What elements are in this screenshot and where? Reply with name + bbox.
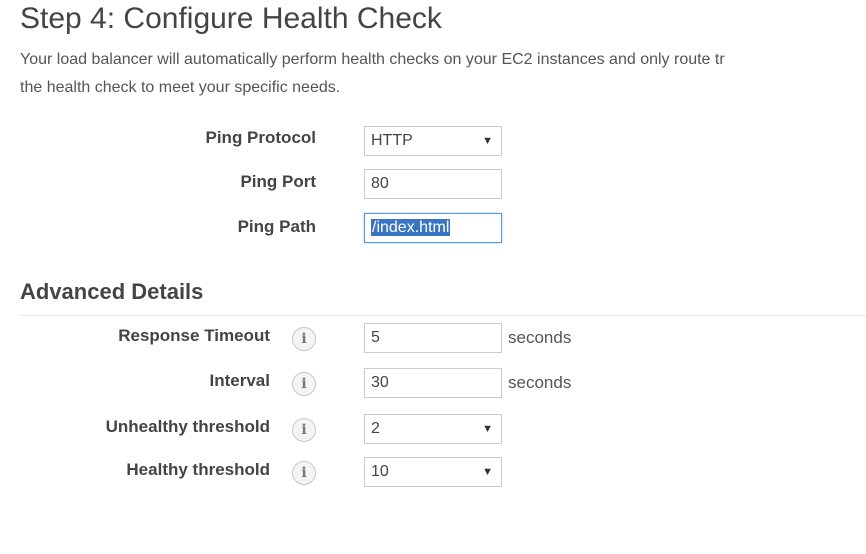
- ping-port-input[interactable]: 80: [364, 169, 502, 199]
- ping-port-value: 80: [371, 175, 389, 192]
- unhealthy-threshold-value: 2: [371, 420, 380, 437]
- info-icon[interactable]: i: [292, 418, 316, 442]
- interval-input[interactable]: 30: [364, 368, 502, 398]
- info-icon[interactable]: i: [292, 327, 316, 351]
- ping-protocol-label: Ping Protocol: [205, 128, 317, 147]
- ping-protocol-value: HTTP: [371, 132, 413, 149]
- ping-path-selection: /index.html: [371, 219, 451, 236]
- chevron-down-icon: ▼: [482, 466, 493, 478]
- ping-path-input[interactable]: /index.html: [364, 213, 502, 243]
- description-line-1: Your load balancer will automatically pe…: [20, 51, 725, 68]
- healthy-threshold-value: 10: [371, 463, 389, 480]
- response-timeout-value: 5: [371, 329, 380, 346]
- ping-path-label: Ping Path: [237, 217, 316, 236]
- section-divider: [20, 315, 866, 316]
- ping-protocol-select[interactable]: HTTP ▼: [364, 126, 502, 156]
- unhealthy-threshold-label: Unhealthy threshold: [105, 417, 270, 436]
- info-icon[interactable]: i: [292, 461, 316, 485]
- page-title: Step 4: Configure Health Check: [20, 2, 442, 35]
- chevron-down-icon: ▼: [482, 135, 493, 147]
- chevron-down-icon: ▼: [482, 423, 493, 435]
- page-description: Your load balancer will automatically pe…: [20, 46, 866, 102]
- response-timeout-unit: seconds: [508, 328, 572, 347]
- healthy-threshold-select[interactable]: 10 ▼: [364, 457, 502, 487]
- interval-value: 30: [371, 374, 389, 391]
- description-line-2: the health check to meet your specific n…: [20, 79, 341, 96]
- ping-port-label: Ping Port: [240, 172, 316, 191]
- interval-unit: seconds: [508, 373, 572, 392]
- info-icon[interactable]: i: [292, 372, 316, 396]
- interval-label: Interval: [209, 371, 270, 390]
- ping-path-value: index.html: [376, 219, 450, 236]
- advanced-details-heading: Advanced Details: [20, 279, 204, 304]
- healthy-threshold-label: Healthy threshold: [126, 460, 270, 479]
- unhealthy-threshold-select[interactable]: 2 ▼: [364, 414, 502, 444]
- response-timeout-input[interactable]: 5: [364, 323, 502, 353]
- response-timeout-label: Response Timeout: [118, 326, 270, 345]
